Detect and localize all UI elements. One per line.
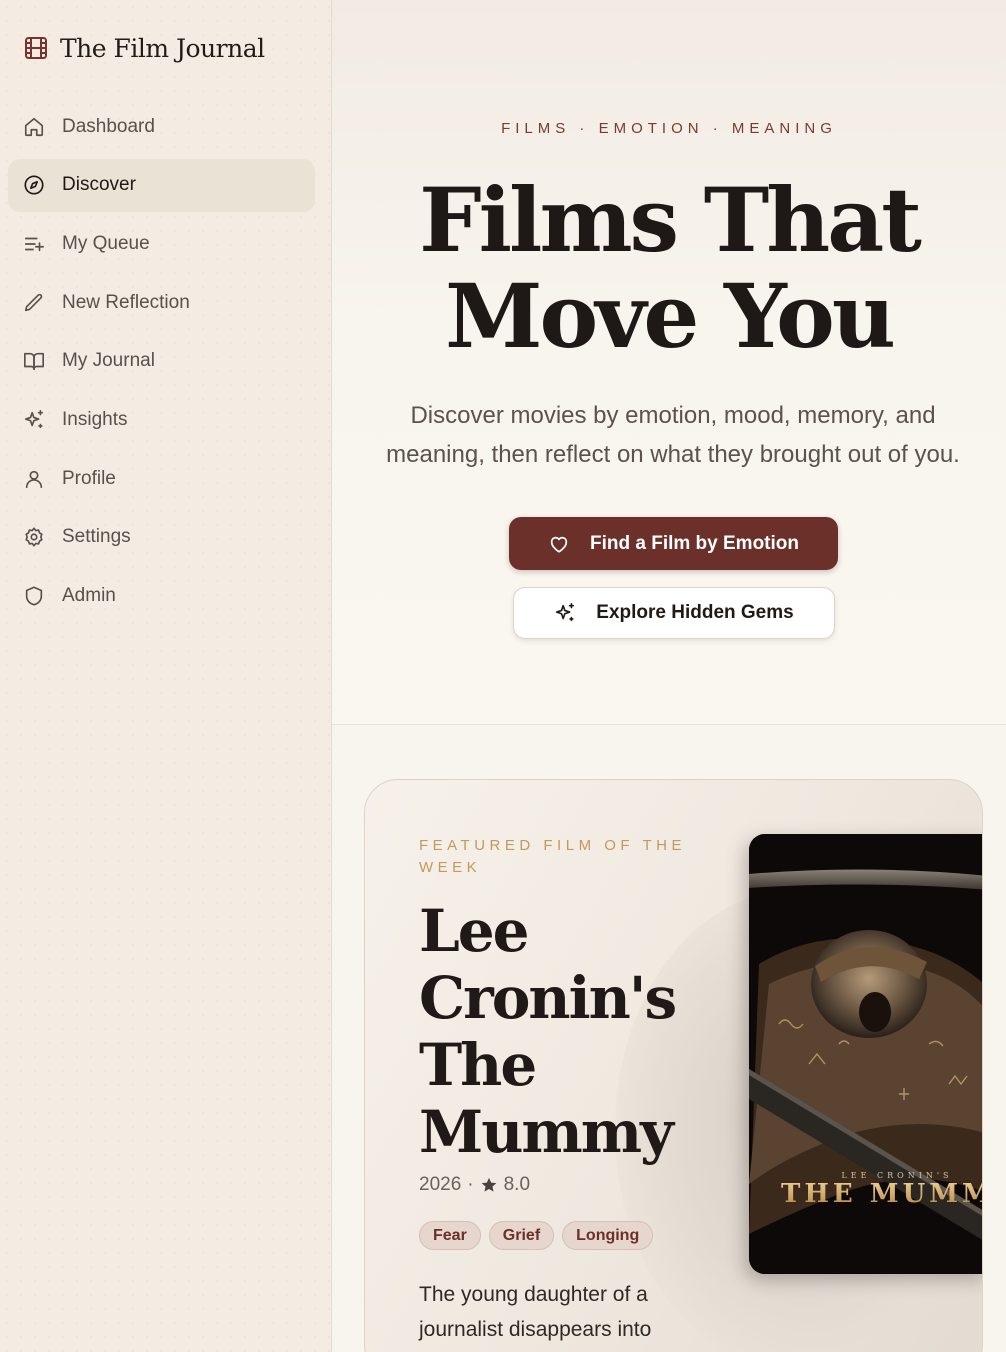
compass-icon bbox=[23, 174, 45, 196]
explore-hidden-gems-button[interactable]: Explore Hidden Gems bbox=[513, 587, 835, 639]
film-rating: 8.0 bbox=[503, 1174, 531, 1195]
sidebar-item-label: New Reflection bbox=[62, 291, 190, 313]
featured-film-card[interactable]: FEATURED FILM OF THE WEEK Lee Cronin's T… bbox=[364, 779, 983, 1352]
hero-title-line1: Films That bbox=[419, 168, 922, 272]
hero-title-line2: Move You bbox=[445, 264, 896, 368]
sidebar-item-dashboard[interactable]: Dashboard bbox=[8, 100, 315, 153]
heart-icon bbox=[548, 533, 570, 555]
sidebar-item-label: Admin bbox=[62, 585, 116, 606]
sidebar-item-new-reflection[interactable]: New Reflection bbox=[8, 276, 315, 329]
sidebar-item-label: Discover bbox=[62, 174, 136, 196]
sidebar-item-discover[interactable]: Discover bbox=[8, 158, 315, 212]
find-film-by-emotion-button[interactable]: Find a Film by Emotion bbox=[509, 517, 838, 570]
brand[interactable]: The Film Journal bbox=[24, 30, 265, 66]
featured-film-title[interactable]: Lee Cronin's The Mummy bbox=[419, 898, 709, 1166]
list-plus-icon bbox=[23, 233, 45, 255]
sidebar: The Film Journal Dashboard Discover My Q… bbox=[0, 0, 332, 1352]
hero-section: FILMS · EMOTION · MEANING Films That Mov… bbox=[332, 0, 1006, 725]
hero-subtitle: Discover movies by emotion, mood, memory… bbox=[386, 402, 960, 468]
sidebar-item-my-journal[interactable]: My Journal bbox=[8, 335, 315, 388]
emotion-tags: Fear Grief Longing bbox=[419, 1221, 654, 1250]
shield-icon bbox=[23, 585, 45, 607]
film-year: 2026 bbox=[419, 1174, 462, 1195]
sidebar-item-label: Dashboard bbox=[62, 115, 155, 137]
sidebar-item-label: Profile bbox=[62, 467, 116, 489]
pencil-icon bbox=[23, 292, 45, 314]
featured-eyebrow: FEATURED FILM OF THE WEEK bbox=[419, 837, 686, 876]
emotion-tag[interactable]: Longing bbox=[562, 1221, 654, 1250]
featured-film-meta: 2026 · 8.0 bbox=[419, 1174, 530, 1196]
emotion-tag[interactable]: Fear bbox=[419, 1221, 481, 1250]
featured-film-description: The young daughter of a journalist disap… bbox=[419, 1283, 652, 1341]
sidebar-item-my-queue[interactable]: My Queue bbox=[8, 217, 315, 270]
film-poster[interactable]: LEE CRONIN'S THE MUMM bbox=[749, 834, 983, 1274]
hero-eyebrow: FILMS · EMOTION · MEANING bbox=[501, 120, 837, 137]
sidebar-item-label: Insights bbox=[62, 408, 128, 430]
main-content: FILMS · EMOTION · MEANING Films That Mov… bbox=[332, 0, 1006, 1352]
app-title: The Film Journal bbox=[60, 33, 265, 63]
sidebar-nav: Dashboard Discover My Queue New Reflecti… bbox=[8, 100, 315, 628]
home-icon bbox=[23, 116, 45, 138]
book-open-icon bbox=[23, 350, 45, 372]
sidebar-item-settings[interactable]: Settings bbox=[8, 511, 315, 564]
poster-big-text: THE MUMM bbox=[781, 1179, 983, 1209]
sidebar-item-insights[interactable]: Insights bbox=[8, 393, 315, 446]
sidebar-item-label: My Journal bbox=[62, 350, 155, 372]
gear-icon bbox=[23, 526, 45, 548]
sparkles-icon bbox=[554, 602, 576, 624]
emotion-tag[interactable]: Grief bbox=[488, 1221, 555, 1250]
star-icon bbox=[480, 1176, 498, 1194]
user-icon bbox=[23, 468, 45, 490]
sidebar-item-admin[interactable]: Admin bbox=[8, 570, 315, 623]
film-icon bbox=[24, 36, 48, 60]
sparkles-icon bbox=[23, 409, 45, 431]
sidebar-item-profile[interactable]: Profile bbox=[8, 452, 315, 505]
sidebar-item-label: My Queue bbox=[62, 232, 150, 254]
meta-separator: · bbox=[467, 1174, 474, 1195]
find-film-by-emotion-label: Find a Film by Emotion bbox=[590, 532, 799, 554]
sidebar-item-label: Settings bbox=[62, 526, 131, 548]
explore-hidden-gems-label: Explore Hidden Gems bbox=[596, 602, 794, 623]
hero-title: Films That Move You bbox=[332, 172, 1006, 364]
